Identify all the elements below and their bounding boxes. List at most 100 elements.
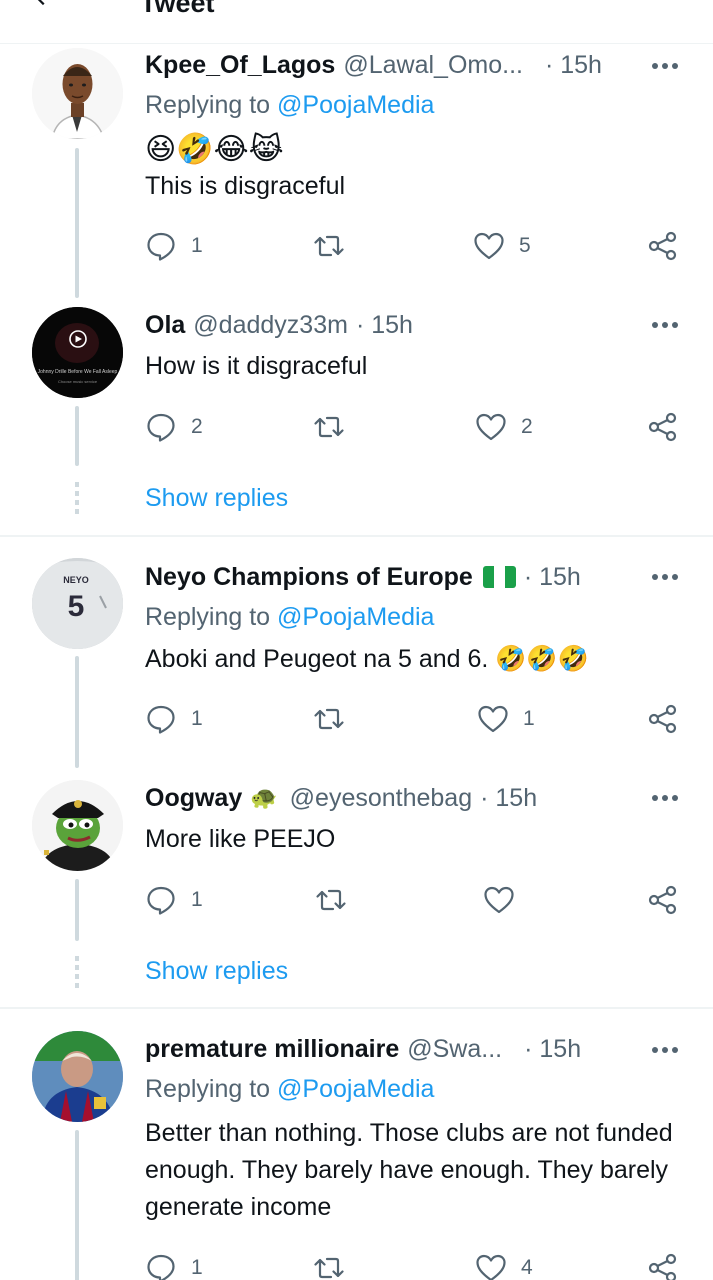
share-icon — [648, 231, 677, 261]
like-button[interactable]: 5 — [473, 229, 531, 263]
like-button[interactable] — [483, 883, 529, 917]
reply-icon — [147, 705, 175, 734]
display-name[interactable]: Oogway — [145, 784, 242, 813]
reply-button[interactable]: 2 — [145, 410, 203, 444]
replying-to-mention[interactable]: @PoojaMedia — [277, 603, 434, 631]
thread-connector-line — [75, 148, 79, 298]
tweet-text: Better than nothing. Those clubs are not… — [145, 1119, 673, 1221]
jersey-number: 5 — [68, 590, 85, 623]
back-arrow-icon[interactable] — [30, 0, 52, 8]
timestamp[interactable]: · 15h — [524, 1035, 581, 1064]
reply-icon — [147, 1254, 175, 1280]
more-options-icon[interactable] — [651, 1046, 679, 1054]
avatar[interactable] — [32, 48, 123, 139]
thread-divider — [0, 535, 713, 537]
reply-icon — [147, 413, 175, 442]
retweet-icon — [316, 889, 346, 911]
top-bar: Tweet — [0, 0, 713, 44]
avatar[interactable] — [32, 780, 123, 871]
retweet-button[interactable] — [313, 229, 359, 263]
tweet-text: More like PEEJO — [145, 825, 336, 853]
display-name[interactable]: Kpee_Of_Lagos — [145, 51, 335, 80]
display-name[interactable]: Neyo Champions of Europe — [145, 563, 473, 592]
avatar-subcaption: Choose music service — [58, 379, 98, 384]
tweet-page: Tweet Kpee_Of_Lagos @Lawal_Omo... · 15h — [0, 0, 713, 1280]
like-button[interactable]: 1 — [477, 702, 535, 736]
reply-button[interactable]: 1 — [145, 229, 203, 263]
reply-count: 2 — [191, 415, 203, 438]
share-button[interactable] — [647, 883, 679, 917]
avatar[interactable]: Johnny Drille Before We Fall Asleep Choo… — [32, 307, 123, 398]
reply-icon — [147, 232, 175, 261]
retweet-icon — [314, 708, 344, 730]
album-art-avatar-image: Johnny Drille Before We Fall Asleep Choo… — [32, 307, 123, 398]
tweet-text: Aboki and Peugeot na 5 and 6. 🤣🤣🤣 — [145, 645, 589, 673]
share-icon — [648, 412, 677, 442]
thread-divider — [0, 1007, 713, 1009]
username[interactable]: @daddyz33m — [193, 311, 348, 340]
username[interactable]: @eyesonthebag — [290, 784, 472, 813]
tweet-header: Neyo Champions of Europe · 15h — [145, 559, 581, 595]
timestamp[interactable]: · 15h — [545, 51, 602, 80]
avatar-caption: Johnny Drille Before We Fall Asleep — [38, 369, 118, 375]
reply-icon — [147, 886, 175, 915]
retweet-icon — [314, 235, 344, 257]
heart-icon — [478, 705, 508, 733]
share-button[interactable] — [647, 229, 679, 263]
cartoon-man-avatar-image — [32, 48, 123, 139]
thread-connector-line — [75, 1130, 79, 1280]
retweet-button[interactable] — [313, 702, 359, 736]
more-options-icon[interactable] — [651, 573, 679, 581]
reply-button[interactable]: 1 — [145, 1251, 203, 1280]
retweet-icon — [314, 416, 344, 438]
tweet-header: Kpee_Of_Lagos @Lawal_Omo... · 15h — [145, 47, 602, 83]
like-count: 5 — [519, 234, 531, 257]
thread-connector-line — [75, 406, 79, 466]
thread-continuation-dots — [75, 956, 79, 990]
timestamp[interactable]: · 15h — [356, 311, 413, 340]
more-options-icon[interactable] — [651, 794, 679, 802]
avatar[interactable] — [32, 1031, 123, 1122]
more-options-icon[interactable] — [651, 321, 679, 329]
tweet-actions: 1 5 — [145, 229, 685, 263]
display-name[interactable]: Ola — [145, 311, 185, 340]
display-name[interactable]: premature millionaire — [145, 1035, 399, 1064]
timestamp[interactable]: · 15h — [480, 784, 537, 813]
reply-count: 1 — [191, 1256, 203, 1279]
show-replies-link[interactable]: Show replies — [145, 484, 288, 513]
replying-to: Replying to @PoojaMedia — [145, 1075, 434, 1104]
timestamp[interactable]: · 15h — [524, 563, 581, 592]
reply-button[interactable]: 1 — [145, 883, 203, 917]
tweet-text: This is disgraceful — [145, 172, 346, 200]
footballer-avatar-image — [32, 1031, 123, 1122]
share-button[interactable] — [647, 702, 679, 736]
replying-to-label: Replying to — [145, 1075, 278, 1103]
retweet-button[interactable] — [313, 1251, 359, 1280]
tweet-actions: 1 1 — [145, 702, 685, 736]
like-button[interactable]: 4 — [475, 1251, 533, 1280]
replying-to-mention[interactable]: @PoojaMedia — [277, 91, 434, 119]
like-count: 4 — [521, 1256, 533, 1279]
like-button[interactable]: 2 — [475, 410, 533, 444]
share-button[interactable] — [647, 1251, 679, 1280]
nigeria-flag-icon — [482, 566, 516, 588]
username[interactable]: @Swa... — [407, 1035, 502, 1064]
tweet-text: How is it disgraceful — [145, 352, 368, 380]
more-options-icon[interactable] — [651, 62, 679, 70]
replying-to-mention[interactable]: @PoojaMedia — [277, 1075, 434, 1103]
tweet-header: premature millionaire @Swa... · 15h — [145, 1031, 581, 1067]
show-replies-link[interactable]: Show replies — [145, 957, 288, 986]
retweet-button[interactable] — [313, 410, 359, 444]
page-title: Tweet — [140, 0, 215, 18]
thread-connector-line — [75, 656, 79, 768]
avatar[interactable]: NEYO 5 — [32, 558, 123, 649]
reply-button[interactable]: 1 — [145, 702, 203, 736]
replying-to-label: Replying to — [145, 91, 278, 119]
turtle-icon: 🐢 — [250, 785, 278, 810]
tweet-actions: 1 4 — [145, 1251, 685, 1280]
jersey-name: NEYO — [63, 575, 89, 585]
share-button[interactable] — [647, 410, 679, 444]
retweet-button[interactable] — [315, 883, 361, 917]
reply-count: 1 — [191, 234, 203, 257]
username[interactable]: @Lawal_Omo... — [343, 51, 523, 80]
